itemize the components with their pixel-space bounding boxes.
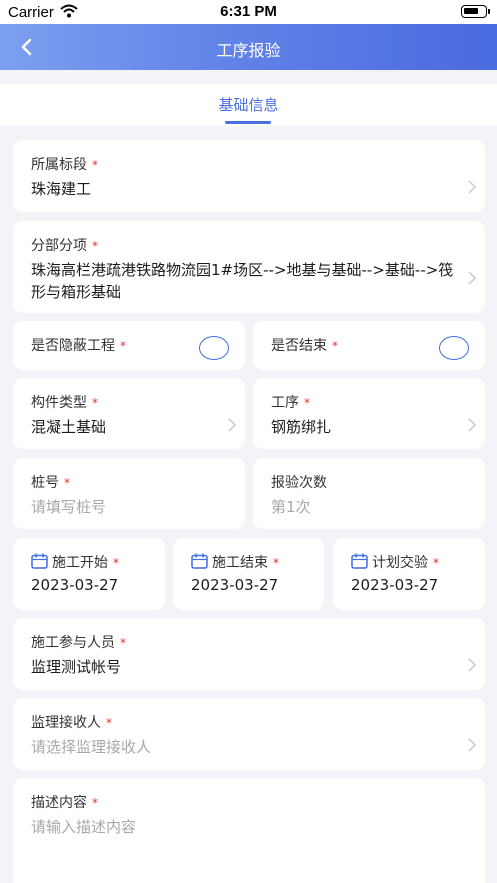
- section-field[interactable]: 所属标段 * 珠海建工: [13, 140, 485, 212]
- chevron-right-icon: [468, 738, 477, 752]
- plan-date-label: 计划交验: [372, 555, 428, 571]
- required-mark: *: [92, 158, 98, 172]
- subitem-label: 分部分项: [31, 238, 87, 254]
- required-mark: *: [332, 339, 338, 353]
- subitem-field[interactable]: 分部分项 * 珠海高栏港疏港铁路物流园1#场区-->地基与基础-->基础-->筏形…: [13, 221, 485, 313]
- chevron-right-icon: [468, 658, 477, 672]
- subitem-value: 珠海高栏港疏港铁路物流园1#场区-->地基与基础-->基础-->筏形与箱形基础: [31, 261, 454, 301]
- participants-value: 监理测试帐号: [31, 658, 122, 676]
- start-date-value: 2023-03-27: [31, 576, 119, 594]
- description-label: 描述内容: [31, 795, 87, 811]
- required-mark: *: [92, 796, 98, 810]
- component-type-label: 构件类型: [31, 395, 87, 411]
- plan-date-field[interactable]: 计划交验 * 2023-03-27: [333, 538, 485, 610]
- required-mark: *: [304, 396, 310, 410]
- process-label: 工序: [271, 395, 299, 411]
- process-field[interactable]: 工序 * 钢筋绑扎: [253, 378, 485, 449]
- required-mark: *: [273, 556, 279, 570]
- receiver-field[interactable]: 监理接收人 * 请选择监理接收人: [13, 698, 485, 770]
- required-mark: *: [433, 556, 439, 570]
- end-date-value: 2023-03-27: [191, 576, 279, 594]
- inspection-count-label: 报验次数: [271, 475, 327, 491]
- calendar-icon: [191, 553, 208, 569]
- plan-date-value: 2023-03-27: [351, 576, 439, 594]
- tab-indicator: [225, 121, 271, 124]
- required-mark: *: [92, 239, 98, 253]
- end-date-label: 施工结束: [212, 555, 268, 571]
- end-date-field[interactable]: 施工结束 * 2023-03-27: [173, 538, 324, 610]
- required-mark: *: [113, 556, 119, 570]
- component-type-value: 混凝土基础: [31, 418, 107, 436]
- component-type-field[interactable]: 构件类型 * 混凝土基础: [13, 378, 245, 449]
- description-textarea[interactable]: 请输入描述内容: [31, 816, 136, 837]
- inspection-count-field: 报验次数 第1次: [253, 458, 485, 529]
- is-finished-label: 是否结束: [271, 338, 327, 354]
- tab-basic-info[interactable]: 基础信息: [0, 94, 497, 115]
- chevron-right-icon: [468, 271, 477, 285]
- pile-no-label: 桩号: [31, 475, 59, 491]
- receiver-placeholder: 请选择监理接收人: [31, 738, 152, 756]
- participants-label: 施工参与人员: [31, 635, 115, 651]
- battery-icon: [461, 5, 490, 18]
- page-title: 工序报验: [216, 41, 281, 60]
- is-finished-row: 是否结束 *: [253, 321, 485, 370]
- hidden-project-toggle[interactable]: [199, 336, 229, 360]
- inspection-count-value: 第1次: [271, 498, 311, 516]
- status-bar: Carrier 6:31 PM: [0, 0, 497, 24]
- required-mark: *: [64, 476, 70, 490]
- hidden-project-label: 是否隐蔽工程: [31, 338, 115, 354]
- is-finished-toggle[interactable]: [439, 336, 469, 360]
- calendar-icon: [351, 553, 368, 569]
- process-value: 钢筋绑扎: [271, 418, 332, 436]
- start-date-label: 施工开始: [52, 555, 108, 571]
- calendar-icon: [31, 553, 48, 569]
- receiver-label: 监理接收人: [31, 715, 101, 731]
- tab-bar: 基础信息: [0, 84, 497, 126]
- hidden-project-row: 是否隐蔽工程 *: [13, 321, 245, 370]
- chevron-right-icon: [468, 180, 477, 194]
- navigation-bar: 工序报验: [0, 24, 497, 70]
- required-mark: *: [92, 396, 98, 410]
- required-mark: *: [120, 636, 126, 650]
- clock: 6:31 PM: [220, 3, 277, 20]
- pile-no-input[interactable]: 请填写桩号: [31, 496, 106, 517]
- chevron-right-icon: [468, 418, 477, 432]
- pile-no-field[interactable]: 桩号 * 请填写桩号: [13, 458, 245, 529]
- participants-field[interactable]: 施工参与人员 * 监理测试帐号: [13, 618, 485, 690]
- required-mark: *: [106, 716, 112, 730]
- required-mark: *: [120, 339, 126, 353]
- start-date-field[interactable]: 施工开始 * 2023-03-27: [13, 538, 165, 610]
- chevron-right-icon: [228, 418, 237, 432]
- section-label: 所属标段: [31, 157, 87, 173]
- section-value: 珠海建工: [31, 180, 92, 198]
- description-field[interactable]: 描述内容 * 请输入描述内容: [13, 778, 485, 883]
